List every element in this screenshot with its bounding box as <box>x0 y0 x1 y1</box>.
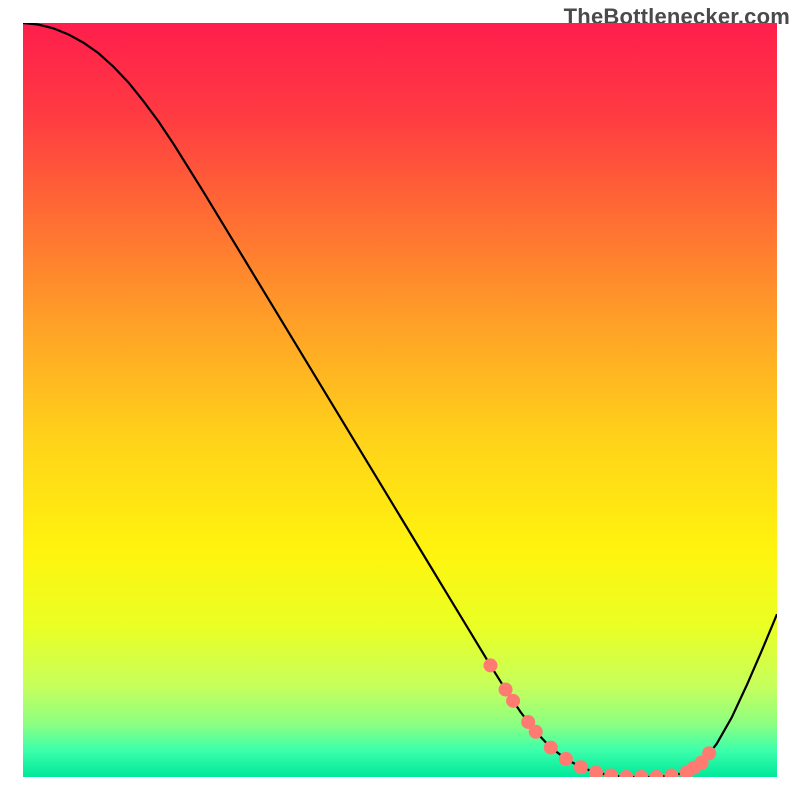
curve-marker <box>702 746 716 760</box>
chart-frame: TheBottlenecker.com <box>0 0 800 800</box>
curve-marker <box>506 694 520 708</box>
plot-area <box>23 23 777 777</box>
curve-marker <box>559 752 573 766</box>
curve-marker <box>483 658 497 672</box>
curve-marker <box>574 760 588 774</box>
curve-marker <box>529 725 543 739</box>
curve-marker <box>544 741 558 755</box>
gradient-background <box>23 23 777 777</box>
chart-svg <box>23 23 777 777</box>
